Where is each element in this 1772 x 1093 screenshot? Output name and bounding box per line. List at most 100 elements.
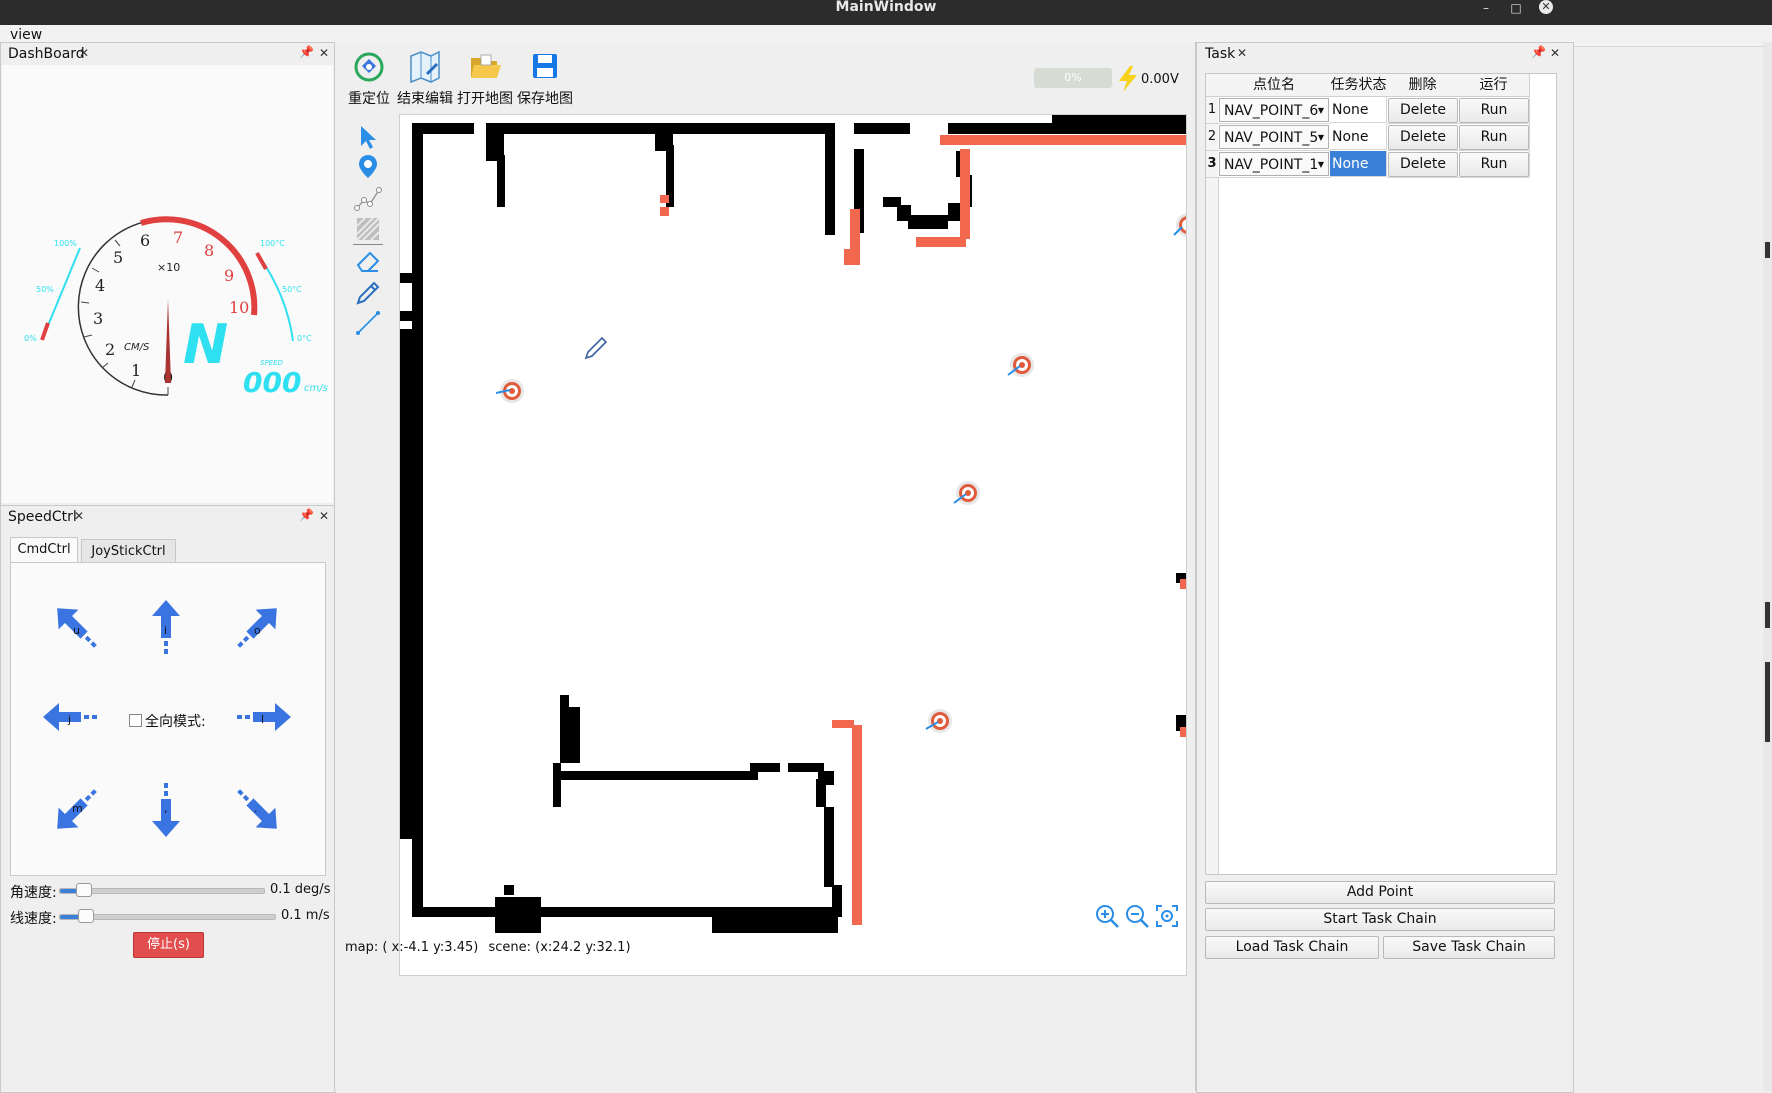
- speedctrl-float-icon[interactable]: 📌: [299, 508, 314, 522]
- zoom-in-icon[interactable]: [1094, 903, 1120, 929]
- stop-button[interactable]: 停止(s): [133, 932, 204, 958]
- nav-point-marker[interactable]: [950, 479, 982, 509]
- linear-speed-slider[interactable]: [59, 909, 276, 923]
- open-map-button[interactable]: 打开地图: [457, 50, 513, 110]
- nav-point-marker[interactable]: [1004, 351, 1036, 381]
- table-row-2-delete-cell: Delete: [1387, 124, 1459, 151]
- cmdctrl-panel: u i o j l m , . 全向模式:: [10, 562, 326, 876]
- zoom-out-icon[interactable]: [1124, 903, 1150, 929]
- gear-indicator: N: [183, 313, 228, 376]
- nav-point-marker[interactable]: [494, 377, 526, 407]
- tab-cmdctrl[interactable]: CmdCtrl: [10, 537, 78, 563]
- dial-number-9: 9: [224, 266, 234, 285]
- delete-button-2[interactable]: Delete: [1388, 125, 1458, 150]
- point-select-3[interactable]: NAV_POINT_1 ▼: [1219, 152, 1329, 176]
- chevron-down-icon: ▼: [1317, 133, 1324, 142]
- dial-number-10: 10: [229, 298, 249, 317]
- point-select-2[interactable]: NAV_POINT_5 ▼: [1219, 125, 1329, 149]
- linear-speed-label: 线速度:: [10, 911, 57, 927]
- task-close-icon[interactable]: ✕: [1550, 46, 1560, 60]
- column-header-status[interactable]: 任务状态: [1330, 74, 1388, 97]
- column-header-point[interactable]: 点位名: [1218, 74, 1331, 97]
- task-float-icon[interactable]: 📌: [1531, 45, 1546, 59]
- angular-speed-label: 角速度:: [10, 885, 57, 901]
- arrow-se-button[interactable]: [228, 780, 287, 839]
- relocate-button[interactable]: 重定位: [347, 50, 397, 110]
- row-header-column: [1206, 178, 1219, 874]
- eraser-icon[interactable]: [353, 247, 383, 277]
- hatch-area-icon[interactable]: [353, 214, 383, 244]
- column-header-delete[interactable]: 删除: [1387, 74, 1459, 97]
- speedctrl-close-icon[interactable]: ✕: [319, 509, 329, 523]
- pencil-icon[interactable]: [353, 278, 383, 308]
- line-tool-icon[interactable]: [353, 308, 383, 338]
- point-select-2-value: NAV_POINT_5: [1224, 130, 1319, 146]
- key-s: ,: [164, 802, 168, 815]
- linear-speed-slider-handle[interactable]: [78, 909, 94, 923]
- tab-joystickctrl[interactable]: JoyStickCtrl: [81, 539, 176, 563]
- dashboard-float-icon[interactable]: 📌: [299, 45, 314, 59]
- relocate-label: 重定位: [348, 91, 390, 107]
- maximize-button[interactable]: □: [1506, 1, 1526, 15]
- angular-speed-slider-handle[interactable]: [76, 883, 92, 897]
- add-point-button[interactable]: Add Point: [1205, 881, 1555, 904]
- table-row-1-delete-cell: Delete: [1387, 97, 1459, 124]
- save-task-chain-button[interactable]: Save Task Chain: [1383, 936, 1555, 959]
- delete-button-3[interactable]: Delete: [1388, 152, 1458, 177]
- save-disk-icon: [533, 54, 557, 78]
- dial-number-3: 3: [93, 309, 103, 328]
- save-map-label: 保存地图: [517, 91, 573, 107]
- linear-speed-value: 0.1 m/s: [281, 908, 330, 923]
- map-canvas[interactable]: [399, 114, 1187, 976]
- tool-separator: [353, 244, 383, 245]
- open-map-label: 打开地图: [457, 91, 513, 107]
- scrollbar-thumb-3[interactable]: [1765, 662, 1770, 742]
- omni-mode-checkbox[interactable]: [129, 714, 142, 727]
- close-window-button[interactable]: ✕: [1539, 0, 1553, 14]
- right-gauge-label-bottom: 0°C: [297, 334, 312, 343]
- status-cell-2[interactable]: None: [1330, 124, 1387, 150]
- scrollbar-thumb-2[interactable]: [1765, 602, 1770, 628]
- key-w: j: [67, 713, 71, 726]
- speedctrl-tab-close-icon[interactable]: ✕: [74, 509, 84, 523]
- table-row-2-point-cell: NAV_POINT_5 ▼: [1218, 124, 1331, 151]
- load-task-chain-button[interactable]: Load Task Chain: [1205, 936, 1379, 959]
- point-select-1[interactable]: NAV_POINT_6 ▼: [1219, 98, 1329, 122]
- dashboard-tab-close-icon[interactable]: ✕: [79, 46, 89, 60]
- dashboard-dock: DashBoard ✕ 📌 ✕ 100% 50% 0% 100°C 50°C 0…: [0, 42, 336, 506]
- task-tab-close-icon[interactable]: ✕: [1237, 46, 1247, 60]
- select-cursor-icon[interactable]: [353, 122, 383, 152]
- dashboard-panel: 100% 50% 0% 100°C 50°C 0°C 0 1 2 3: [2, 65, 333, 503]
- path-nodes-icon[interactable]: [353, 184, 383, 214]
- speed-readout: 000: [243, 366, 301, 399]
- key-nw: u: [73, 624, 80, 637]
- location-pin-icon[interactable]: [353, 152, 383, 182]
- status-cell-3[interactable]: None: [1330, 151, 1387, 177]
- nav-point-marker[interactable]: [922, 707, 954, 737]
- table-row-3-delete-cell: Delete: [1387, 151, 1459, 178]
- scrollbar-thumb[interactable]: [1765, 242, 1770, 258]
- dial-needle: [165, 299, 171, 383]
- folder-open-icon: [471, 54, 501, 78]
- fit-view-icon[interactable]: [1154, 903, 1180, 929]
- save-map-button[interactable]: 保存地图: [517, 50, 573, 110]
- map-edit-icon: [410, 50, 440, 84]
- start-task-chain-button[interactable]: Start Task Chain: [1205, 908, 1555, 931]
- run-button-1[interactable]: Run: [1459, 98, 1529, 123]
- dashboard-close-icon[interactable]: ✕: [319, 46, 329, 60]
- nav-point-marker[interactable]: [1170, 211, 1186, 241]
- point-select-1-value: NAV_POINT_6: [1224, 103, 1319, 119]
- angular-speed-slider[interactable]: [59, 883, 265, 897]
- run-button-3[interactable]: Run: [1459, 152, 1529, 177]
- task-table: 点位名 任务状态 删除 运行 1 NAV_POINT_6 ▼ None Dele…: [1205, 73, 1557, 875]
- window-scrollbar[interactable]: [1763, 42, 1772, 1091]
- minimize-button[interactable]: –: [1476, 1, 1496, 15]
- column-header-run[interactable]: 运行: [1458, 74, 1530, 97]
- delete-button-1[interactable]: Delete: [1388, 98, 1458, 123]
- status-cell-1[interactable]: None: [1330, 97, 1387, 123]
- menu-view[interactable]: view: [10, 27, 42, 43]
- end-edit-button[interactable]: 结束编辑: [397, 50, 453, 110]
- omni-mode-label: 全向模式:: [145, 714, 206, 730]
- run-button-2[interactable]: Run: [1459, 125, 1529, 150]
- dial-number-8: 8: [204, 241, 214, 260]
